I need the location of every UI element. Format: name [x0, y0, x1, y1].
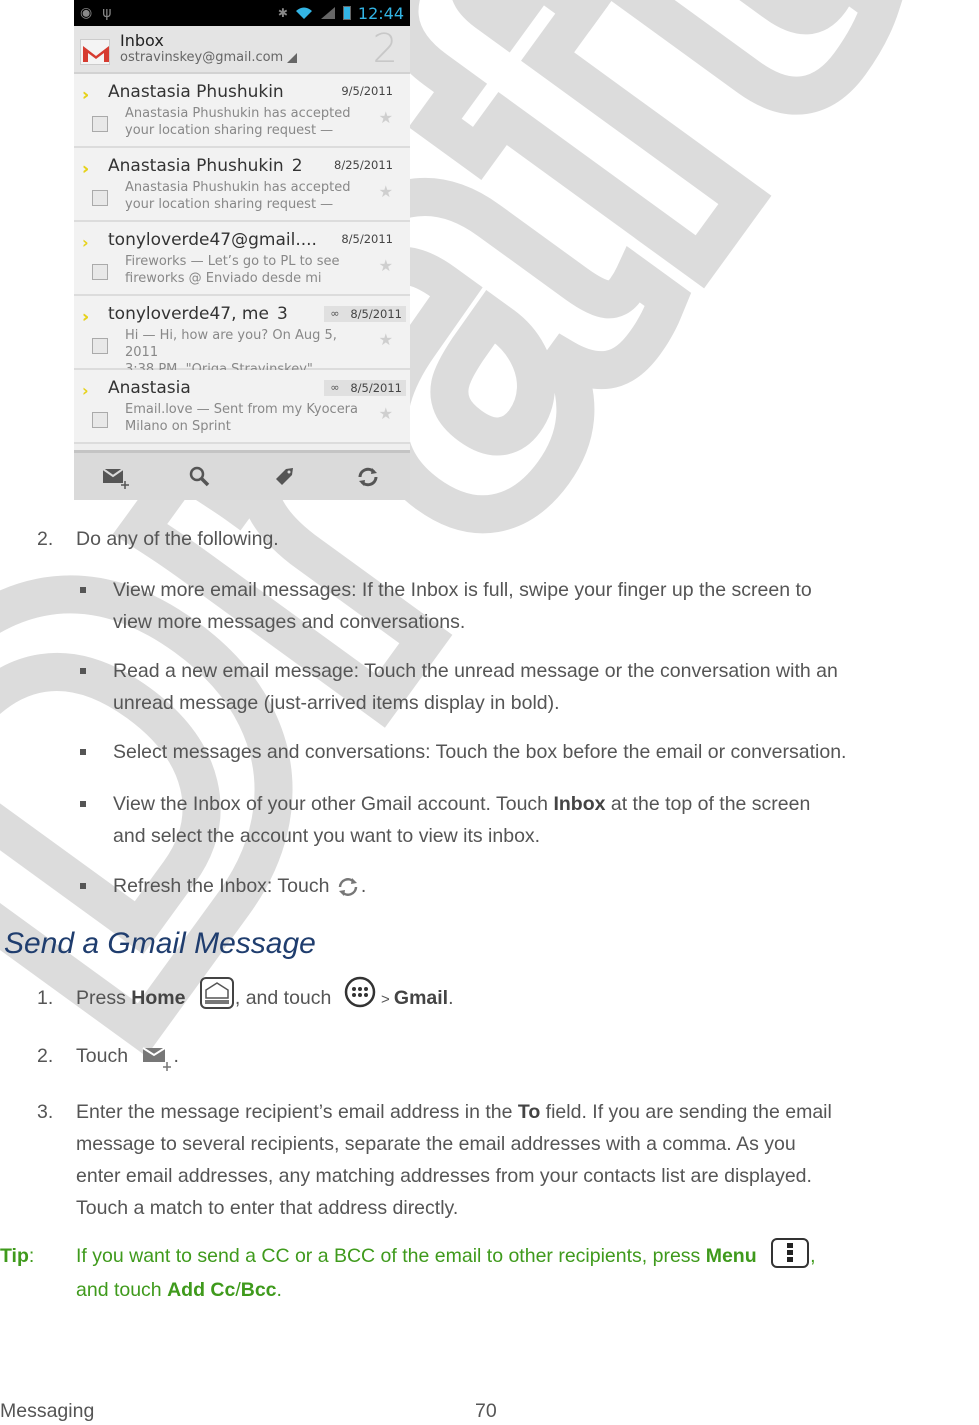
section-heading: Send a Gmail Message [4, 927, 316, 960]
dropdown-triangle-icon [287, 53, 298, 63]
footer-page-number: 70 [475, 1400, 497, 1422]
conversation-checkbox[interactable] [92, 338, 108, 354]
conversation-checkbox[interactable] [92, 190, 108, 206]
conversation-sender: tonyloverde47, me 3 [108, 304, 288, 324]
tip-label: Tip [0, 1245, 29, 1267]
conversation-date: 9/5/2011 [341, 84, 393, 98]
search-icon [189, 466, 210, 486]
conversation-item[interactable]: ›› Anastasia Phushukin 2 8/25/2011 Anasta… [74, 148, 410, 222]
conversation-snippet: Fireworks — Let’s go to PL to see firewo… [125, 254, 340, 286]
labels-button[interactable] [264, 459, 304, 495]
star-icon[interactable]: ★ [379, 256, 393, 275]
unread-count: 2 [372, 26, 398, 72]
compose-button[interactable] [96, 459, 136, 495]
star-icon[interactable]: ★ [379, 182, 393, 201]
signal-icon [320, 7, 335, 19]
double-chevron-icon: ›› [82, 159, 90, 178]
double-chevron-icon: ›› [82, 307, 90, 326]
bullet-marker [80, 587, 86, 593]
conversation-checkbox[interactable] [92, 116, 108, 132]
conversation-date: ∞ 8/5/2011 [324, 306, 406, 322]
conversation-snippet: Anastasia Phushukin has accepted your lo… [125, 106, 351, 138]
conversation-item[interactable]: ›› tonyloverde47, me 3 ∞ 8/5/2011 Hi — Hi,… [74, 296, 410, 377]
gmail-inbox-screenshot: ◉ ψ ✱ 12:44 Inbox ostravinskey@gmail.com [74, 0, 410, 500]
conversation-date: ∞ 8/5/2011 [324, 380, 406, 396]
gmail-logo-icon [80, 39, 110, 65]
refresh-button[interactable] [348, 459, 388, 495]
chevron-icon: › [82, 233, 86, 252]
footer-section-name: Messaging [0, 1400, 95, 1422]
inbox-header[interactable]: Inbox ostravinskey@gmail.com 2 [74, 26, 410, 74]
status-bar: ◉ ψ ✱ 12:44 [74, 0, 410, 26]
bullet-marker [80, 801, 86, 807]
bottom-toolbar [74, 450, 410, 500]
clock: 12:44 [357, 3, 404, 23]
paperclip-icon: ∞ [330, 307, 340, 320]
labels-icon [276, 467, 293, 485]
star-icon[interactable]: ★ [379, 108, 393, 127]
conversation-snippet: Anastasia Phushukin has accepted your lo… [125, 180, 351, 212]
apps-launcher-icon [344, 976, 376, 1008]
tip-note: Tip: If you want to send a CC or a BCC o… [0, 1237, 979, 1310]
compose-icon [102, 467, 129, 489]
menu-key-icon [771, 1237, 810, 1268]
home-key-icon [199, 976, 234, 1009]
android-icon: ◉ [80, 5, 93, 21]
bullet-marker [80, 668, 86, 674]
conversation-sender: Anastasia Phushukin 2 [108, 156, 303, 176]
bluetooth-icon: ✱ [277, 6, 288, 20]
double-chevron-icon: ›› [82, 85, 90, 104]
conversation-snippet: Email.love — Sent from my Kyocera Milano… [125, 402, 358, 434]
bullet-marker [80, 749, 86, 755]
conversation-date: 8/25/2011 [334, 158, 393, 172]
conversation-sender: Anastasia Phushukin [108, 82, 284, 102]
conversation-item[interactable]: › tonyloverde47@gmail.... 8/5/2011 Firew… [74, 222, 410, 296]
account-email: ostravinskey@gmail.com [120, 50, 284, 65]
star-icon[interactable]: ★ [379, 330, 393, 349]
wifi-icon [295, 7, 312, 19]
star-icon[interactable]: ★ [379, 404, 393, 423]
chevron-icon: › [82, 381, 86, 400]
conversation-date: 8/5/2011 [341, 232, 393, 246]
search-button[interactable] [180, 459, 220, 495]
compose-icon [142, 1047, 172, 1071]
refresh-icon [338, 877, 358, 896]
bullet-marker [80, 883, 86, 889]
usb-icon: ψ [102, 5, 112, 21]
conversation-item[interactable]: ›› Anastasia Phushukin 9/5/2011 Anastasi… [74, 74, 410, 148]
account-selector[interactable]: ostravinskey@gmail.com [120, 50, 298, 66]
battery-icon [342, 6, 351, 20]
conversation-sender: tonyloverde47@gmail.... [108, 230, 317, 250]
conversation-item[interactable]: › Anastasia ∞ 8/5/2011 Email.love — Sent … [74, 370, 410, 444]
conversation-checkbox[interactable] [92, 412, 108, 428]
conversation-sender: Anastasia [108, 378, 191, 398]
conversation-checkbox[interactable] [92, 264, 108, 280]
refresh-icon [358, 467, 378, 486]
inbox-title[interactable]: Inbox [120, 32, 297, 50]
paperclip-icon: ∞ [330, 381, 340, 394]
